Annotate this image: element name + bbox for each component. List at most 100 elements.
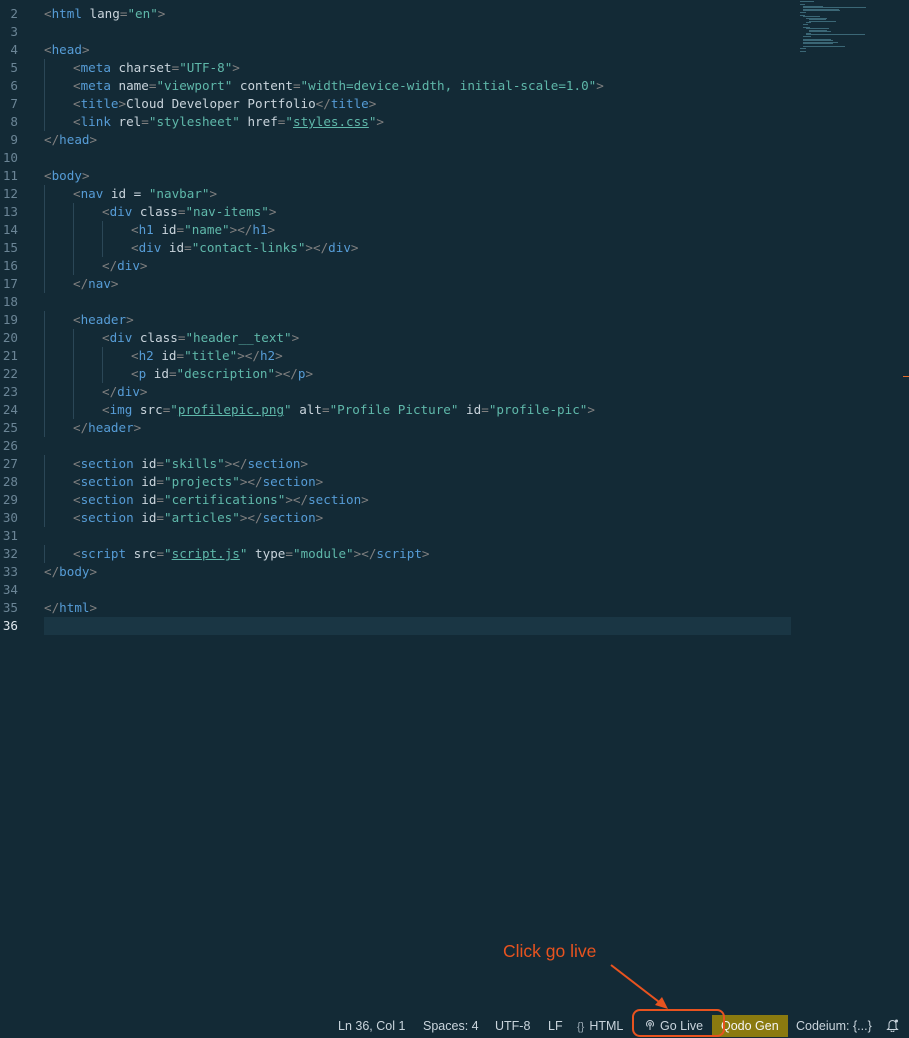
code-line[interactable]: 13 <div class="nav-items"> bbox=[0, 203, 800, 221]
minimap[interactable] bbox=[800, 0, 880, 60]
code-line[interactable]: 15 <div id="contact-links"></div> bbox=[0, 239, 800, 257]
code-token: body bbox=[51, 168, 82, 183]
code-token: > bbox=[89, 600, 98, 615]
code-token: ></ bbox=[285, 492, 309, 507]
code-line[interactable]: 6 <meta name="viewport" content="width=de… bbox=[0, 77, 800, 95]
code-line[interactable]: 12 <nav id = "navbar"> bbox=[0, 185, 800, 203]
code-line[interactable]: 4 <head> bbox=[0, 41, 800, 59]
code-token: = bbox=[156, 474, 165, 489]
code-line[interactable]: 21 <h2 id="title"></h2> bbox=[0, 347, 800, 365]
code-token: > bbox=[232, 60, 240, 75]
code-line[interactable]: 28 <section id="projects"></section> bbox=[0, 473, 800, 491]
language-mode-selector[interactable]: {} HTML bbox=[577, 1015, 623, 1037]
code-text: </nav> bbox=[73, 275, 119, 293]
code-token: > bbox=[376, 114, 384, 129]
qodo-gen-button[interactable]: Qodo Gen bbox=[712, 1015, 788, 1037]
code-token: > bbox=[305, 366, 314, 381]
code-token: Cloud Developer Portfolio bbox=[126, 96, 316, 111]
line-number: 16 bbox=[2, 258, 18, 273]
code-line[interactable]: 14 <h1 id="name"></h1> bbox=[0, 221, 800, 239]
code-line[interactable]: 24 <img src="profilepic.png" alt="Profile… bbox=[0, 401, 800, 419]
code-token: id bbox=[458, 402, 482, 417]
line-number: 27 bbox=[2, 456, 18, 471]
line-number: 12 bbox=[2, 186, 18, 201]
code-token: > bbox=[587, 402, 595, 417]
bell-icon[interactable] bbox=[886, 1015, 899, 1037]
code-line[interactable]: 10 bbox=[0, 149, 800, 167]
code-line[interactable]: 16 </div> bbox=[0, 257, 800, 275]
code-line[interactable]: 34 bbox=[0, 581, 800, 599]
code-line[interactable]: 3 bbox=[0, 23, 800, 41]
code-line[interactable]: 7 <title>Cloud Developer Portfolio</title… bbox=[0, 95, 800, 113]
code-token: = bbox=[184, 240, 192, 255]
code-token: > bbox=[267, 222, 276, 237]
code-line[interactable]: 35 </html> bbox=[0, 599, 800, 617]
code-token: "title" bbox=[184, 348, 238, 363]
indent-guide bbox=[102, 347, 103, 365]
code-editor[interactable]: 2 <html lang="en"> 3 4 <head> 5 <meta charset=… bbox=[0, 0, 909, 1015]
code-line[interactable]: 36 bbox=[0, 617, 800, 635]
code-line[interactable]: 27 <section id="skills"></section> bbox=[0, 455, 800, 473]
code-line[interactable]: 22 <p id="description"></p> bbox=[0, 365, 800, 383]
code-token: nav bbox=[80, 186, 104, 201]
code-line[interactable]: 5 <meta charset="UTF-8"> bbox=[0, 59, 800, 77]
code-line[interactable]: 23 </div> bbox=[0, 383, 800, 401]
indent-guide bbox=[44, 275, 45, 293]
code-token: </ bbox=[102, 258, 118, 273]
code-line[interactable]: 33 </body> bbox=[0, 563, 800, 581]
indentation-setting[interactable]: Spaces: 4 bbox=[423, 1015, 479, 1037]
code-token: section bbox=[247, 456, 301, 471]
code-line[interactable]: 30 <section id="articles"></section> bbox=[0, 509, 800, 527]
code-token: src bbox=[132, 402, 163, 417]
code-token: h1 bbox=[138, 222, 154, 237]
code-token: > bbox=[89, 132, 98, 147]
code-line[interactable]: 18 bbox=[0, 293, 800, 311]
minimap-line bbox=[806, 34, 865, 35]
code-token: content bbox=[232, 78, 293, 93]
encoding-selector[interactable]: UTF-8 bbox=[495, 1015, 530, 1037]
code-line[interactable]: 11 <body> bbox=[0, 167, 800, 185]
line-number: 14 bbox=[2, 222, 18, 237]
code-token: script bbox=[80, 546, 127, 561]
line-number: 8 bbox=[10, 114, 18, 129]
line-number: 2 bbox=[10, 6, 18, 21]
code-text: </div> bbox=[102, 383, 148, 401]
code-token: = bbox=[168, 366, 177, 381]
minimap-line bbox=[809, 31, 831, 32]
code-line[interactable]: 29 <section id="certifications"></section… bbox=[0, 491, 800, 509]
code-token: > bbox=[300, 456, 309, 471]
code-token: < bbox=[73, 312, 81, 327]
minimap-line bbox=[800, 1, 815, 2]
code-text: <h1 id="name"></h1> bbox=[131, 221, 275, 239]
cursor-position[interactable]: Ln 36, Col 1 bbox=[338, 1015, 405, 1037]
code-text: </body> bbox=[44, 563, 97, 581]
code-token: ></ bbox=[353, 546, 377, 561]
indent-guide bbox=[44, 455, 45, 473]
code-token: = bbox=[481, 402, 489, 417]
code-line[interactable]: 8 <link rel="stylesheet" href="styles.css… bbox=[0, 113, 800, 131]
code-token: " bbox=[285, 114, 293, 129]
code-line[interactable]: 31 bbox=[0, 527, 800, 545]
code-token: title bbox=[80, 96, 119, 111]
go-live-label: Go Live bbox=[660, 1019, 704, 1033]
code-token: href bbox=[239, 114, 278, 129]
code-line[interactable]: 32 <script src="script.js" type="module">… bbox=[0, 545, 800, 563]
code-line[interactable]: 19 <header> bbox=[0, 311, 800, 329]
code-token: </ bbox=[73, 420, 89, 435]
code-line[interactable]: 25 </header> bbox=[0, 419, 800, 437]
code-line[interactable]: 9 </head> bbox=[0, 131, 800, 149]
code-line[interactable]: 2 <html lang="en"> bbox=[0, 5, 800, 23]
code-line[interactable]: 26 bbox=[0, 437, 800, 455]
code-token: link bbox=[80, 114, 111, 129]
codeium-status[interactable]: Codeium: {...} bbox=[796, 1015, 872, 1037]
indent-guide bbox=[44, 329, 45, 347]
code-token: < bbox=[131, 240, 139, 255]
eol-selector[interactable]: LF bbox=[548, 1015, 563, 1037]
code-token: < bbox=[44, 6, 52, 21]
code-text: </header> bbox=[73, 419, 141, 437]
code-line[interactable]: 20 <div class="header__text"> bbox=[0, 329, 800, 347]
code-line[interactable]: 17 </nav> bbox=[0, 275, 800, 293]
code-token: styles.css bbox=[292, 114, 369, 129]
go-live-button[interactable]: Go Live bbox=[644, 1015, 703, 1037]
indent-guide bbox=[73, 365, 74, 383]
